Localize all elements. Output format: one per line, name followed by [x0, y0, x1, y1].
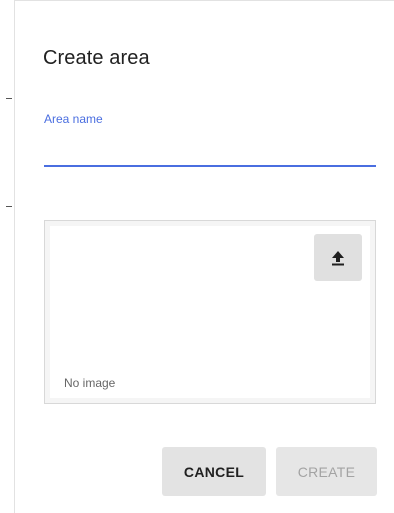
area-name-input[interactable]	[44, 135, 376, 163]
cancel-button[interactable]: CANCEL	[162, 447, 266, 496]
image-preview: No image	[44, 220, 376, 404]
image-preview-area: No image	[50, 226, 370, 398]
upload-icon	[332, 250, 344, 265]
upload-button[interactable]	[314, 234, 362, 281]
area-name-field[interactable]: Area name	[44, 109, 376, 169]
area-name-label: Area name	[44, 112, 103, 126]
backdrop-mark	[6, 206, 12, 207]
create-area-dialog: Create area Area name No image CANCEL CR…	[14, 0, 394, 513]
backdrop	[0, 0, 14, 513]
create-button[interactable]: CREATE	[276, 447, 377, 496]
no-image-text: No image	[64, 376, 116, 390]
area-name-underline	[44, 165, 376, 167]
backdrop-mark	[6, 98, 12, 99]
dialog-title: Create area	[43, 47, 150, 69]
